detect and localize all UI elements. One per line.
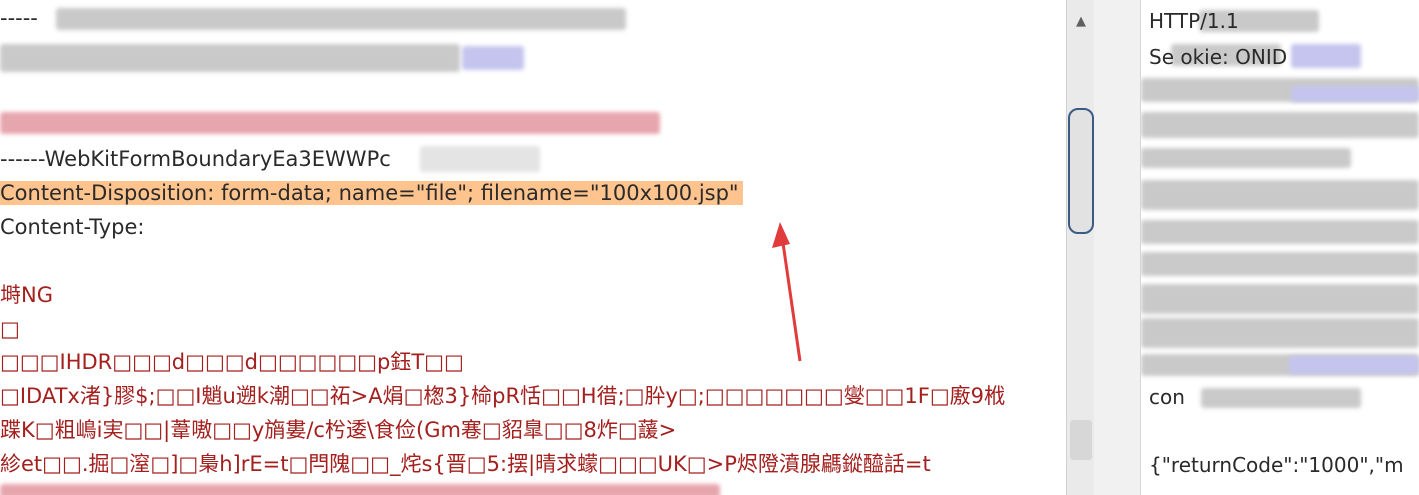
scrollbar-track-segment bbox=[1070, 420, 1092, 460]
redacted-block bbox=[1201, 388, 1361, 408]
pane-splitter[interactable] bbox=[1094, 0, 1141, 495]
response-status-line: HTTP/1.1 bbox=[1149, 9, 1239, 33]
request-line: ------WebKitFormBoundaryEa3EWWPc bbox=[0, 147, 391, 171]
redacted-block bbox=[1289, 356, 1419, 374]
redacted-block bbox=[1141, 180, 1419, 210]
redacted-block bbox=[1291, 44, 1361, 68]
redacted-block bbox=[420, 146, 540, 172]
request-line: ----- bbox=[0, 6, 38, 30]
binary-line: 蹀K□粗嶋i実□□|葦嗷□□y旓婁/c枍逶\食俭(Gm寋□貂臯□□8炸□蘐> bbox=[0, 418, 677, 442]
redacted-block bbox=[1141, 318, 1419, 348]
redacted-block bbox=[1141, 284, 1419, 314]
redacted-block bbox=[56, 8, 626, 30]
binary-line: 紾et□□.掘□潌□]□梟h]rE=t□閂隗□□_烢s{晋□5:摆|晴求蠓□□□… bbox=[0, 452, 931, 476]
redacted-block bbox=[1141, 148, 1351, 168]
redacted-block bbox=[1141, 112, 1419, 138]
redacted-block bbox=[1141, 252, 1419, 276]
redacted-block bbox=[0, 484, 720, 495]
response-header-line: Se okie: ONID bbox=[1149, 45, 1288, 69]
binary-line: □□□IHDR□□□d□□□d□□□□□□p鈺T□□ bbox=[0, 350, 464, 374]
response-header-line: con bbox=[1149, 385, 1185, 409]
vertical-scrollbar[interactable]: ▲ bbox=[1066, 0, 1096, 495]
redacted-block bbox=[0, 44, 460, 72]
binary-line: □IDATx渚}膠$;□□I魈u遡k潮□□祏>A焆□楤3}椧pR恬□□H徣;□肸… bbox=[0, 384, 1006, 408]
redacted-block bbox=[0, 112, 660, 134]
response-body-line: {"returnCode":"1000","m bbox=[1149, 453, 1404, 477]
request-line: Content-Type: bbox=[0, 215, 145, 239]
redacted-block bbox=[462, 46, 524, 70]
request-editor[interactable]: ----- ------WebKitFormBoundaryEa3EWWPc C… bbox=[0, 0, 1066, 495]
binary-line: □ bbox=[0, 317, 20, 341]
binary-line: 塒NG bbox=[0, 283, 53, 307]
response-viewer[interactable]: HTTP/1.1 Se okie: ONID con {"returnCode"… bbox=[1141, 0, 1419, 495]
redacted-block bbox=[1291, 86, 1419, 102]
scrollbar-thumb[interactable] bbox=[1068, 108, 1094, 234]
red-arrow-icon bbox=[772, 222, 802, 362]
highlighted-line[interactable]: Content-Disposition: form-data; name="fi… bbox=[0, 181, 743, 205]
up-arrow-icon[interactable]: ▲ bbox=[1068, 8, 1094, 34]
redacted-block bbox=[1141, 220, 1419, 244]
